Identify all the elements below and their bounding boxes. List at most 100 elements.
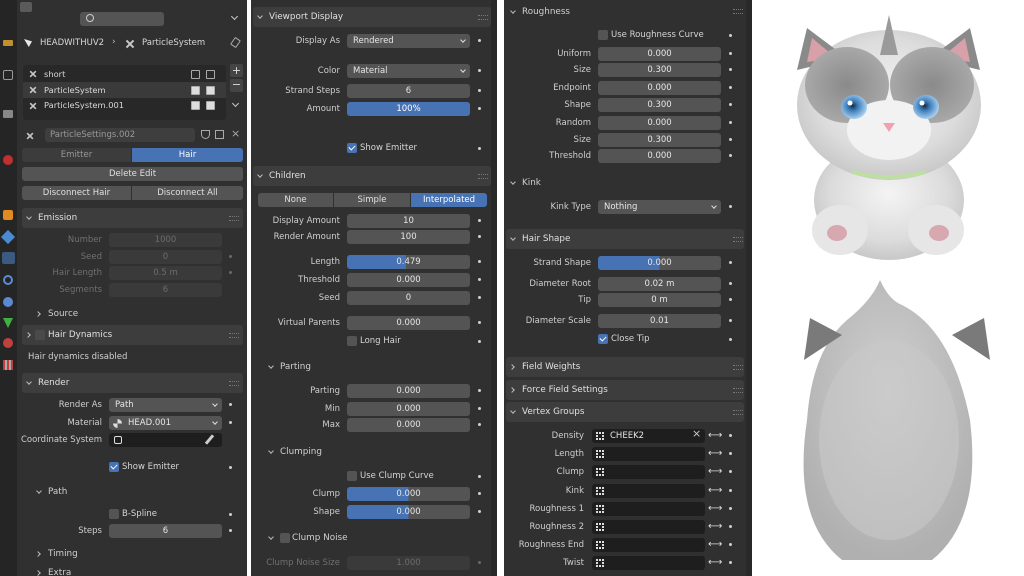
field-weights-panel-header[interactable]: Field Weights bbox=[506, 357, 744, 377]
roughness-2-group-field[interactable] bbox=[592, 520, 705, 534]
keyframe-dot[interactable] bbox=[729, 261, 732, 264]
keyframe-dot[interactable] bbox=[478, 475, 481, 478]
use-roughness-curve-checkbox[interactable] bbox=[598, 30, 608, 40]
editor-type-icon[interactable] bbox=[20, 2, 32, 12]
list-item-label[interactable]: short bbox=[44, 69, 65, 79]
invert-icon[interactable]: ⟷ bbox=[708, 503, 722, 515]
keyframe-dot[interactable] bbox=[478, 321, 481, 324]
endpoint-field[interactable]: 0.000 bbox=[598, 81, 721, 95]
drag-handle-icon[interactable] bbox=[733, 410, 743, 415]
keyframe-dot[interactable] bbox=[478, 107, 481, 110]
chevron-down-icon[interactable] bbox=[231, 99, 240, 108]
diameter-root-field[interactable]: 0.02 m bbox=[598, 277, 721, 291]
max-field[interactable]: 0.000 bbox=[347, 418, 470, 432]
keyframe-dot[interactable] bbox=[478, 260, 481, 263]
keyframe-dot[interactable] bbox=[478, 219, 481, 222]
clump-group-field[interactable] bbox=[592, 465, 705, 479]
clump-noise-size-field[interactable]: 1.000 bbox=[347, 556, 470, 570]
keyframe-dot[interactable] bbox=[729, 121, 732, 124]
world-icon[interactable] bbox=[3, 155, 13, 165]
disconnect-all-button[interactable]: Disconnect All bbox=[132, 186, 243, 200]
keyframe-dot[interactable] bbox=[478, 389, 481, 392]
roughness-1-group-field[interactable] bbox=[592, 502, 705, 516]
close-tip-checkbox[interactable] bbox=[598, 334, 608, 344]
keyframe-dot[interactable] bbox=[478, 561, 481, 564]
vertex-groups-panel-header[interactable]: Vertex Groups bbox=[506, 402, 744, 422]
delete-edit-button[interactable]: Delete Edit bbox=[22, 167, 243, 181]
keyframe-dot[interactable] bbox=[729, 507, 732, 510]
camera-icon[interactable] bbox=[206, 86, 215, 95]
strand-shape-slider[interactable]: 0.000 bbox=[598, 256, 721, 270]
keyframe-dot[interactable] bbox=[478, 89, 481, 92]
show-emitter-checkbox[interactable] bbox=[347, 143, 357, 153]
keyframe-dot[interactable] bbox=[229, 403, 232, 406]
keyframe-dot[interactable] bbox=[478, 69, 481, 72]
keyframe-dot[interactable] bbox=[729, 338, 732, 341]
density-group-field[interactable]: CHEEK2 bbox=[592, 429, 705, 443]
remove-slot-button[interactable]: − bbox=[230, 79, 243, 92]
bspline-checkbox[interactable] bbox=[109, 509, 119, 519]
keyframe-dot[interactable] bbox=[229, 529, 232, 532]
color-dropdown[interactable]: Material bbox=[347, 64, 470, 78]
endpoint-shape-field[interactable]: 0.300 bbox=[598, 98, 721, 112]
particles-icon[interactable] bbox=[2, 252, 15, 264]
material-icon[interactable] bbox=[3, 338, 13, 348]
force-field-panel-header[interactable]: Force Field Settings bbox=[506, 380, 744, 400]
keyframe-dot[interactable] bbox=[729, 434, 732, 437]
keyframe-dot[interactable] bbox=[478, 39, 481, 42]
keyframe-dot[interactable] bbox=[229, 513, 232, 516]
keyframe-dot[interactable] bbox=[478, 296, 481, 299]
keyframe-dot[interactable] bbox=[478, 492, 481, 495]
keyframe-dot[interactable] bbox=[478, 510, 481, 513]
invert-icon[interactable]: ⟷ bbox=[708, 539, 722, 551]
drag-handle-icon[interactable] bbox=[733, 365, 743, 370]
keyframe-dot[interactable] bbox=[229, 466, 232, 469]
render-amount-field[interactable]: 100 bbox=[347, 230, 470, 244]
hair-dynamics-checkbox[interactable] bbox=[35, 330, 45, 340]
keyframe-dot[interactable] bbox=[478, 407, 481, 410]
parting-field[interactable]: 0.000 bbox=[347, 384, 470, 398]
drag-handle-icon[interactable] bbox=[478, 174, 488, 179]
twist-group-field[interactable] bbox=[592, 556, 705, 570]
clumping-subpanel[interactable]: Clumping bbox=[264, 444, 322, 460]
children-simple-tab[interactable]: Simple bbox=[334, 193, 410, 207]
keyframe-dot[interactable] bbox=[729, 205, 732, 208]
shape-slider[interactable]: 0.000 bbox=[347, 505, 470, 519]
keyframe-dot[interactable] bbox=[729, 489, 732, 492]
close-icon[interactable]: × bbox=[231, 127, 240, 140]
threshold-field[interactable]: 0.000 bbox=[598, 149, 721, 163]
length-group-field[interactable] bbox=[592, 447, 705, 461]
chevron-down-icon[interactable] bbox=[230, 12, 239, 21]
list-item-label[interactable]: ParticleSystem bbox=[44, 85, 106, 95]
drag-handle-icon[interactable] bbox=[229, 381, 239, 386]
clump-noise-checkbox[interactable] bbox=[280, 533, 290, 543]
keyframe-dot[interactable] bbox=[729, 68, 732, 71]
seed-field[interactable]: 0 bbox=[347, 291, 470, 305]
hair-shape-panel-header[interactable]: Hair Shape bbox=[506, 229, 744, 249]
timing-subpanel[interactable]: Timing bbox=[32, 546, 78, 562]
render-as-dropdown[interactable]: Path bbox=[109, 398, 222, 412]
keyframe-dot[interactable] bbox=[229, 271, 232, 274]
monitor-icon[interactable] bbox=[191, 70, 200, 79]
data-icon[interactable] bbox=[3, 318, 13, 328]
keyframe-dot[interactable] bbox=[229, 421, 232, 424]
keyframe-dot[interactable] bbox=[729, 154, 732, 157]
invert-icon[interactable]: ⟷ bbox=[708, 466, 722, 478]
render-panel-header[interactable]: Render bbox=[22, 373, 243, 393]
clear-icon[interactable]: × bbox=[692, 427, 701, 440]
display-amount-field[interactable]: 10 bbox=[347, 214, 470, 228]
children-panel-header[interactable]: Children bbox=[253, 166, 491, 186]
drag-handle-icon[interactable] bbox=[229, 333, 239, 338]
add-slot-button[interactable]: + bbox=[230, 64, 243, 77]
display-as-dropdown[interactable]: Rendered bbox=[347, 34, 470, 48]
keyframe-dot[interactable] bbox=[729, 543, 732, 546]
object-icon[interactable] bbox=[3, 210, 13, 220]
settings-name-field[interactable]: ParticleSettings.002 bbox=[45, 128, 195, 142]
camera-icon[interactable] bbox=[206, 70, 215, 79]
roughness-end-group-field[interactable] bbox=[592, 538, 705, 552]
viewport-display-header[interactable]: Viewport Display bbox=[253, 7, 491, 27]
parting-subpanel[interactable]: Parting bbox=[264, 359, 311, 375]
seed-field[interactable]: 0 bbox=[109, 250, 222, 264]
render-icon[interactable] bbox=[3, 70, 13, 80]
invert-icon[interactable]: ⟷ bbox=[708, 485, 722, 497]
